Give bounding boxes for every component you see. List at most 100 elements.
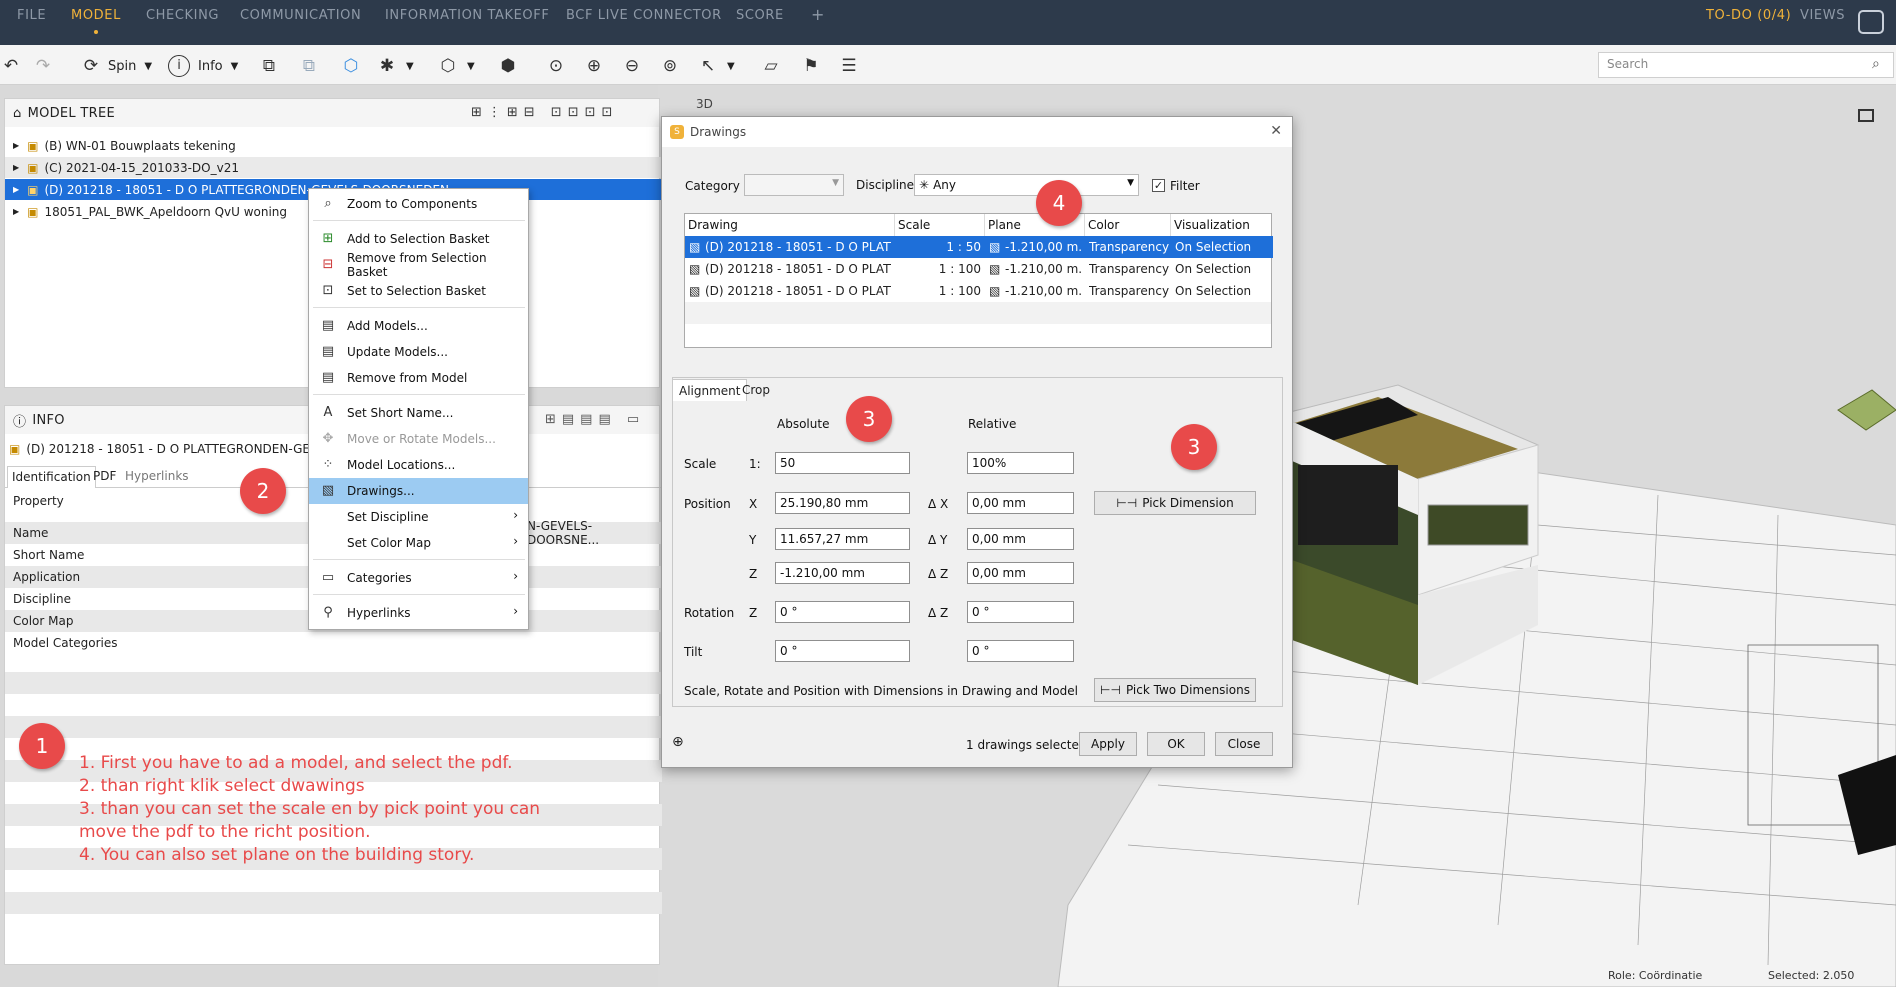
tab-file[interactable]: FILE [17,8,46,23]
tilt-abs-field[interactable]: 0 ° [775,640,910,662]
menu-add-to-basket[interactable]: ⊞ Add to Selection Basket [309,226,528,252]
close-button[interactable]: Close [1215,732,1273,756]
rotation-dz-label: Δ Z [928,606,949,620]
tab-checking[interactable]: CHECKING [146,8,219,23]
col-scale[interactable]: Scale [895,214,985,236]
todo-counter[interactable]: TO-DO (0/4) [1706,8,1791,23]
y-rel-field[interactable]: 0,00 mm [967,528,1074,550]
floor-plan-icon[interactable]: ▱ [760,54,782,78]
tab-communication[interactable]: COMMUNICATION [240,8,361,23]
tab-alignment[interactable]: Alignment [672,379,748,401]
step-marker-3-pick: 3 [1171,424,1217,470]
menu-set-basket[interactable]: ⊡ Set to Selection Basket [309,278,528,304]
file-icon: ▧ [989,284,1001,298]
zoom-out-icon[interactable]: ⊖ [621,54,643,78]
tab-crop[interactable]: Crop [742,383,770,397]
model-lock-icon: ▣ [27,182,39,197]
section-box-icon[interactable]: ⬢ [497,54,519,78]
tab-pdf[interactable]: PDF [93,469,116,483]
drawing-icon: ▧ [321,483,335,498]
z-rel-field[interactable]: 0,00 mm [967,562,1074,584]
add-tab-button[interactable]: + [811,5,825,24]
apply-button[interactable]: Apply [1079,732,1137,756]
filter-checkbox[interactable]: ✓ [1152,179,1165,192]
tree-tools-icon[interactable]: ⊞⋮⊞⊟ ⊡⊡⊡⊡ [471,105,618,120]
info-tools-icon[interactable]: ⊞▤▤▤ ▭ [545,412,645,427]
rotation-abs-field[interactable]: 0 ° [775,601,910,623]
x-abs-field[interactable]: 25.190,80 mm [775,492,910,514]
menu-remove-from-basket[interactable]: ⊟ Remove from Selection Basket [309,251,528,279]
search-icon[interactable]: ⌕ [1872,56,1880,72]
tab-score[interactable]: SCORE [736,8,784,23]
rotation-rel-field[interactable]: 0 ° [967,601,1074,623]
menu-set-color-map[interactable]: Set Color Map › [309,530,528,556]
map-icon[interactable]: ⚑ [800,54,822,78]
property-row: Model Categories [13,636,118,650]
cube-blue-icon[interactable]: ⬡ [340,54,362,78]
menu-hyperlinks[interactable]: ⚲ Hyperlinks › [309,600,528,626]
col-color[interactable]: Color [1085,214,1171,236]
menu-model-locations[interactable]: ⁘ Model Locations... [309,452,528,478]
ok-button[interactable]: OK [1147,732,1205,756]
menu-categories[interactable]: ▭ Categories › [309,565,528,591]
layers-icon[interactable]: ☰ [838,54,860,78]
pointer-icon[interactable]: ↖ ▼ [697,54,735,78]
update-model-icon: ▤ [321,344,335,359]
undo-icon[interactable]: ↶ [0,54,22,78]
pick-two-dimensions-button[interactable]: ⊢⊣ Pick Two Dimensions [1094,678,1256,702]
spin-button[interactable]: ⟳ Spin ▼ [80,54,152,78]
cube-ghost-icon[interactable]: ⧉ [298,54,320,78]
scale-rel-field[interactable]: 100% [967,452,1074,474]
absolute-label: Absolute [777,417,830,431]
views-button[interactable]: VIEWS [1800,8,1845,23]
search-input[interactable]: Search [1598,52,1894,78]
zoom-in-icon[interactable]: ⊕ [583,54,605,78]
x-rel-field[interactable]: 0,00 mm [967,492,1074,514]
z-abs-field[interactable]: -1.210,00 mm [775,562,910,584]
zoom-fit-icon[interactable]: ⊙ [545,54,567,78]
scale-abs-field[interactable]: 50 [775,452,910,474]
step-marker-4: 4 [1036,180,1082,226]
tab-model[interactable]: MODEL [71,8,121,34]
scale-prefix: 1: [749,457,761,471]
file-icon: ▧ [689,284,701,298]
category-label: Category [685,179,740,193]
model-lock-icon: ▣ [27,204,39,219]
menu-set-short-name[interactable]: A Set Short Name... [309,400,528,426]
menu-update-models[interactable]: ▤ Update Models... [309,339,528,365]
tab-bcf-live-connector[interactable]: BCF LIVE CONNECTOR [566,8,722,23]
walk-icon[interactable]: ✱ ▼ [376,54,414,78]
help-icon[interactable]: ⊕ [672,734,684,750]
zoom-window-icon[interactable]: ⊚ [659,54,681,78]
table-row[interactable]: ▧(D) 201218 - 18051 - D O PLATTEG... 1 :… [685,280,1273,302]
menu-drawings[interactable]: ▧ Drawings... [309,478,528,504]
col-drawing[interactable]: Drawing [685,214,895,236]
y-abs-field[interactable]: 11.657,27 mm [775,528,910,550]
redo-icon[interactable]: ↷ [32,54,54,78]
info-button[interactable]: i Info ▼ [168,54,238,78]
move-icon: ✥ [322,431,334,446]
asterisk-icon: ✳ [919,178,930,192]
pick-dimension-button[interactable]: ⊢⊣ Pick Dimension [1094,491,1256,515]
app-icon: S [670,125,684,139]
menu-remove-from-model[interactable]: ▤ Remove from Model [309,365,528,391]
tree-item[interactable]: ▶ ▣ (C) 2021-04-15_201033-DO_v21 [5,157,664,178]
menu-add-models[interactable]: ▤ Add Models... [309,313,528,339]
tab-hyperlinks[interactable]: Hyperlinks [125,469,189,483]
tree-item[interactable]: ▶ ▣ (B) WN-01 Bouwplaats tekening [5,135,664,156]
menu-zoom-to-components[interactable]: ⌕ Zoom to Components [309,191,528,217]
tilt-rel-field[interactable]: 0 ° [967,640,1074,662]
discipline-select[interactable]: ✳ Any ▼ [914,174,1139,196]
table-row[interactable]: ▧(D) 201218 - 18051 - D O PLATTEG... 1 :… [685,236,1273,258]
tab-information-takeoff[interactable]: INFORMATION TAKEOFF [385,8,549,23]
model-tree-icon: ⌂ [13,105,22,121]
table-row[interactable]: ▧(D) 201218 - 18051 - D O PLATTEG... 1 :… [685,258,1273,280]
box-view-icon[interactable]: ⬡ ▼ [437,54,475,78]
col-visualization[interactable]: Visualization [1171,214,1273,236]
category-select[interactable]: ▼ [744,174,844,196]
cube-stack-icon[interactable]: ⧉ [258,54,280,78]
menu-set-discipline[interactable]: Set Discipline › [309,504,528,530]
tab-identification[interactable]: Identification [7,466,96,488]
close-icon[interactable]: ✕ [1270,123,1282,139]
views-icon[interactable] [1858,10,1884,34]
